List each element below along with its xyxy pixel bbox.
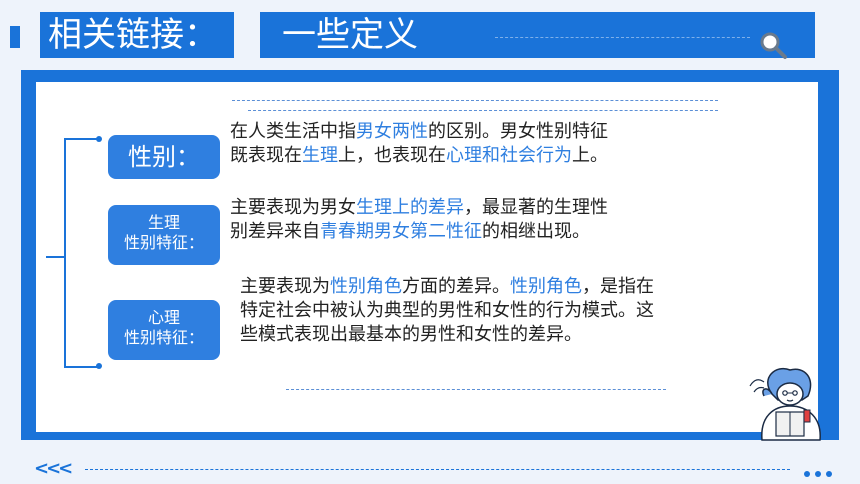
- bracket-line: [64, 138, 66, 366]
- header-divider: [495, 37, 750, 38]
- guide-line: [286, 389, 666, 390]
- more-dots-icon: [804, 462, 837, 481]
- physiological-definition: 主要表现为男女生理上的差异，最显著的生理性 别差异来自青春期男女第二性征的相继出…: [230, 197, 608, 242]
- previous-arrows-icon[interactable]: <<<: [34, 458, 73, 479]
- header-accent-stripe: [10, 26, 20, 48]
- bracket-stem: [46, 256, 66, 258]
- guide-line: [232, 100, 718, 101]
- label-psychological: 心理 性别特征：: [108, 300, 220, 360]
- reading-girl-illustration: [749, 367, 821, 441]
- guide-line: [248, 110, 718, 111]
- label-gender: 性别：: [108, 135, 220, 179]
- bracket-branch: [64, 366, 98, 368]
- psychological-definition: 主要表现为性别角色方面的差异。性别角色，是指在 特定社会中被认为典型的男性和女性…: [240, 276, 654, 345]
- bracket-branch: [64, 138, 98, 140]
- footer-divider: [85, 469, 790, 470]
- gender-definition: 在人类生活中指男女两性的区别。男女性别特征 既表现在生理上，也表现在心理和社会行…: [230, 121, 608, 166]
- section-badge: 相关链接：: [40, 12, 234, 58]
- bracket-dot: [96, 136, 102, 142]
- page-title: 一些定义: [260, 12, 815, 58]
- magnifier-icon: [760, 32, 787, 59]
- bracket-dot: [96, 363, 102, 369]
- label-physiological: 生理 性别特征：: [108, 205, 220, 265]
